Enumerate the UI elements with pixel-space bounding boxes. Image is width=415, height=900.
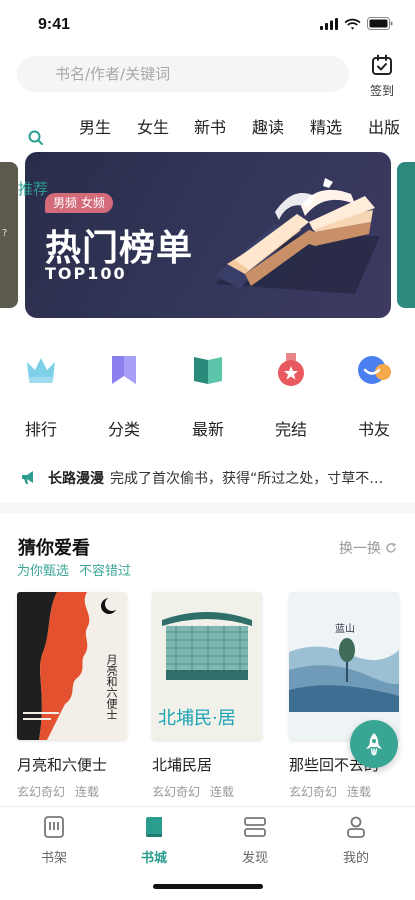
bookstore-icon (146, 817, 162, 837)
cellular-signal-icon (320, 17, 338, 30)
notice-text-line: 长路漫漫 完成了首次偷书，获得“所过之处，寸草不… (48, 468, 398, 488)
book-tags: 玄幻奇幻 连载 (152, 783, 264, 800)
quick-entry-book-friends[interactable]: 书友 (344, 350, 404, 440)
bottom-tab-bar: 书架 书城 发现 我的 (0, 806, 415, 900)
hot-list-banner[interactable]: 男频 女频 热门榜单 TOP100 (25, 152, 391, 318)
tab-female[interactable]: 女生 (137, 114, 169, 138)
book-title: 月亮和六便士 (17, 756, 108, 774)
book-card[interactable]: 月亮和六便士 月亮和六便士 玄幻奇幻 连载 (17, 592, 129, 800)
refresh-button[interactable]: 换一换 (339, 538, 397, 558)
rocket-icon (366, 733, 382, 756)
quick-entry-book-friends-label: 书友 (357, 420, 390, 439)
home-indicator[interactable] (153, 884, 263, 889)
carousel-prev-card-text: ? (2, 228, 8, 239)
recommend-label[interactable]: 推荐 (18, 178, 48, 199)
search-row: 签到 (0, 52, 415, 98)
book-genre: 玄幻奇幻 (152, 785, 201, 799)
status-icons (320, 17, 393, 30)
tab-featured[interactable]: 精选 (310, 114, 342, 138)
quick-entry-latest-label: 最新 (191, 420, 224, 439)
banner-subtitle: TOP100 (45, 264, 127, 283)
quick-entry-latest[interactable]: 最新 (178, 350, 238, 440)
medal-icon (278, 353, 304, 386)
profile-icon (347, 816, 365, 838)
signin-button[interactable]: 签到 (364, 54, 400, 98)
search-icon[interactable] (28, 130, 44, 146)
subtag-curated: 为你甄选 (17, 564, 70, 579)
banner-carousel[interactable]: ? 男频 女频 热门榜单 TOP100 推荐 (0, 152, 415, 320)
book-tags: 玄幻奇幻 连载 (289, 783, 401, 800)
crown-icon (27, 358, 55, 383)
status-bar: 9:41 (0, 0, 415, 50)
book-cover[interactable]: 北埔民·居 (152, 592, 262, 740)
rocket-float-button[interactable] (350, 720, 398, 768)
bookmark-icon (112, 356, 136, 384)
book-card[interactable]: 北埔民·居 北埔民居 玄幻奇幻 连载 (152, 592, 264, 800)
open-book-icon (194, 357, 222, 384)
wifi-icon (344, 18, 361, 30)
banner-tag: 男频 女频 (45, 193, 113, 213)
calendar-check-icon (372, 54, 392, 75)
book-cover[interactable]: 月亮和六便士 (17, 592, 127, 740)
tab-published[interactable]: 出版 (368, 114, 400, 138)
section-subtags: 为你甄选 不容错过 (17, 560, 131, 579)
search-box[interactable] (17, 56, 349, 92)
carousel-prev-card[interactable]: ? (0, 162, 18, 308)
tab-bookstore-label: 书城 (140, 851, 167, 866)
open-book-illustration (215, 178, 380, 294)
announcement-icon (22, 471, 33, 484)
book-genre: 玄幻奇幻 (289, 785, 338, 799)
notice-message: 完成了首次偷书，获得“所过之处，寸草不… (110, 471, 384, 487)
tab-bookshelf-label: 书架 (40, 851, 67, 866)
guess-you-like-section: 猜你爱看 换一换 为你甄选不容错过 月亮和六便士 月亮和六便士 玄幻奇幻连载 (0, 526, 415, 806)
quick-entry-ranking[interactable]: 排行 (11, 350, 71, 440)
book-title: 北埔民居 (152, 756, 213, 774)
tab-profile-label: 我的 (342, 851, 369, 866)
quick-entry-category[interactable]: 分类 (94, 350, 154, 440)
carousel-next-card[interactable] (397, 162, 415, 308)
quick-entry-completed[interactable]: 完结 (261, 350, 321, 440)
book-cover-title: 蓝山 (335, 624, 355, 635)
refresh-icon (386, 542, 396, 553)
notice-username: 长路漫漫 (48, 471, 104, 487)
book-card[interactable]: 蓝山 那些回不去的 玄幻奇幻 连载 (289, 592, 401, 800)
tab-new-books[interactable]: 新书 (194, 114, 226, 138)
blue-mountain-cover-art (289, 638, 399, 712)
book-tags: 玄幻奇幻 连载 (17, 783, 129, 800)
tab-discover-label: 发现 (241, 851, 268, 866)
status-time: 9:41 (38, 16, 71, 33)
book-cover-title: 北埔民·居 (158, 708, 236, 729)
quick-entries: 排行 分类 最新 完结 书友 (0, 350, 415, 440)
subtag-dont-miss: 不容错过 (79, 564, 132, 579)
quick-entry-category-label: 分类 (107, 420, 140, 439)
book-genre: 玄幻奇幻 (17, 785, 66, 799)
activity-notice[interactable]: 长路漫漫 完成了首次偷书，获得“所过之处，寸草不… (0, 460, 415, 496)
category-tabs: 男生 女生 新书 趣读 精选 出版 (0, 108, 415, 142)
tab-profile[interactable]: 我的 (326, 815, 386, 866)
book-status: 连载 (347, 785, 372, 799)
discover-icon (244, 817, 266, 837)
quick-entry-completed-label: 完结 (274, 420, 307, 439)
bookshelf-icon (44, 816, 64, 838)
tab-bookstore[interactable]: 书城 (124, 815, 184, 866)
search-input[interactable] (55, 65, 325, 83)
section-divider (0, 503, 415, 513)
tab-bookshelf[interactable]: 书架 (24, 815, 84, 866)
book-status: 连载 (210, 785, 235, 799)
signin-label: 签到 (369, 84, 394, 98)
book-cover[interactable]: 蓝山 (289, 592, 399, 740)
book-cover-title: 月亮和六便士 (105, 654, 118, 720)
quick-entry-ranking-label: 排行 (24, 420, 57, 439)
tab-fun-read[interactable]: 趣读 (252, 114, 284, 138)
chat-bubble-icon (358, 356, 391, 384)
refresh-label: 换一换 (339, 541, 381, 557)
tab-male[interactable]: 男生 (79, 114, 111, 138)
book-status: 连载 (75, 785, 100, 799)
tab-discover[interactable]: 发现 (225, 815, 285, 866)
battery-icon (367, 17, 393, 30)
section-title: 猜你爱看 (18, 538, 90, 559)
